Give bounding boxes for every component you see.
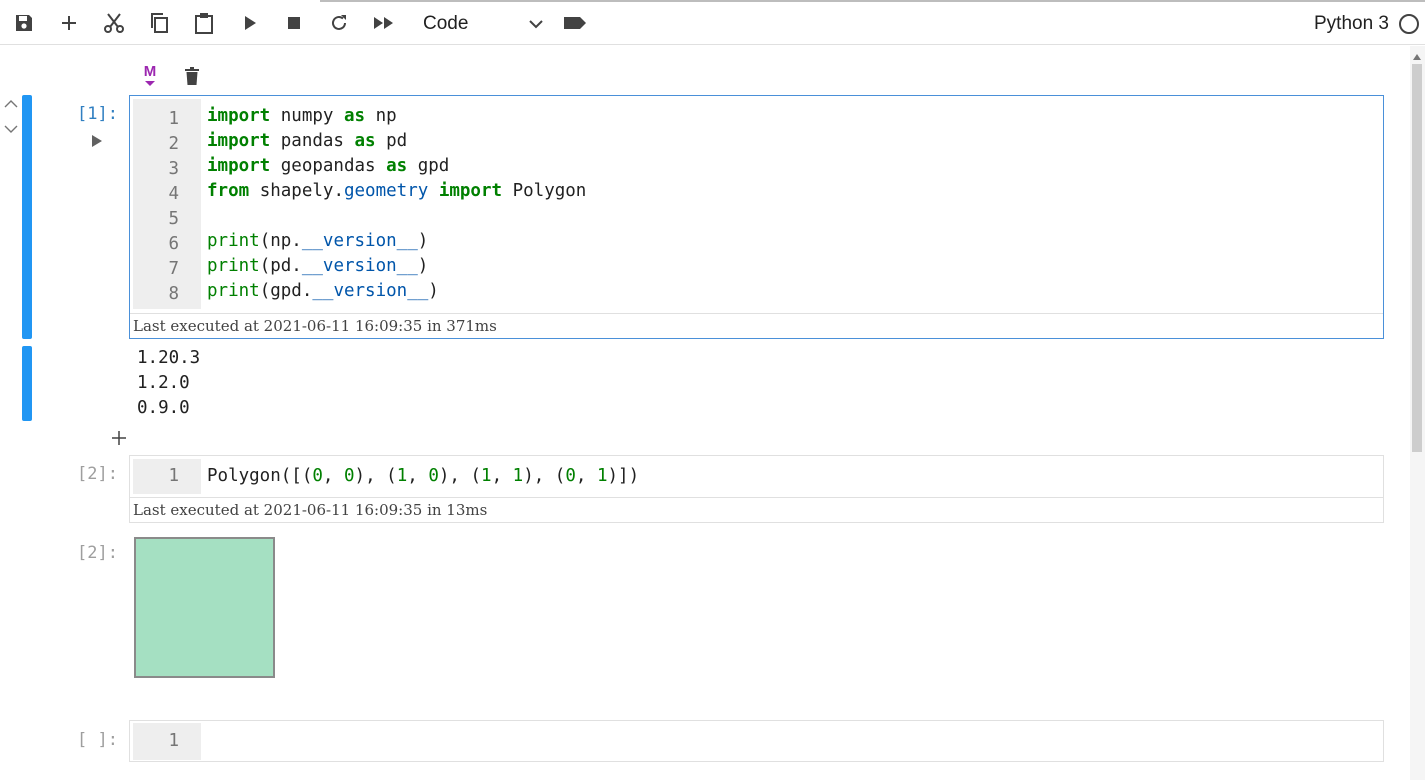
- output-text: 1.2.0: [137, 373, 190, 393]
- copy-icon[interactable]: [144, 8, 174, 38]
- input-prompt: [1]:: [77, 104, 118, 124]
- kernel-name: Python 3: [1314, 13, 1389, 34]
- line-number: 7: [168, 259, 179, 279]
- line-number: 1: [168, 109, 179, 129]
- line-number: 3: [168, 159, 179, 179]
- line-number: 8: [168, 284, 179, 304]
- code-line: from shapely.geometry import Polygon: [207, 181, 587, 201]
- input-prompt: [ ]:: [77, 730, 118, 750]
- scroll-up-arrow-icon[interactable]: [1413, 54, 1421, 60]
- line-number: 1: [168, 466, 179, 486]
- stop-icon[interactable]: [279, 8, 309, 38]
- move-cell-up-icon[interactable]: [4, 96, 18, 114]
- run-icon[interactable]: [235, 8, 265, 38]
- code-line: print(pd.__version__): [207, 256, 429, 276]
- scrollbar-thumb[interactable]: [1412, 64, 1422, 452]
- line-number-gutter: 1: [133, 723, 201, 760]
- output-text: 1.20.3: [137, 348, 201, 368]
- line-number: 1: [168, 731, 179, 751]
- code-editor[interactable]: 1 Polygon([(0, 0), (1, 0), (1, 1), (0, 1…: [129, 455, 1384, 523]
- code-line: print(gpd.__version__): [207, 281, 439, 301]
- restart-icon[interactable]: [324, 8, 354, 38]
- code-line: import geopandas as gpd: [207, 156, 450, 176]
- kernel-status-icon: [1399, 14, 1419, 34]
- code-line: import pandas as pd: [207, 131, 408, 151]
- cell-type-label: Code: [423, 13, 469, 34]
- line-number: 2: [168, 134, 179, 154]
- markdown-toggle-icon[interactable]: M: [141, 64, 159, 90]
- code-line: Polygon([(0, 0), (1, 0), (1, 1), (0, 1)]…: [207, 466, 640, 486]
- save-icon[interactable]: [9, 8, 39, 38]
- execution-time-label: Last executed at 2021-06-11 16:09:35 in …: [130, 313, 1383, 338]
- polygon-svg-output: [134, 537, 275, 678]
- line-number: 6: [168, 234, 179, 254]
- output-prompt: [2]:: [77, 543, 118, 563]
- tag-icon[interactable]: [560, 8, 590, 38]
- delete-cell-icon[interactable]: [184, 67, 200, 91]
- cell-type-dropdown[interactable]: Code: [423, 10, 543, 38]
- notebook-toolbar: Code Python 3: [0, 2, 1425, 45]
- code-line: print(np.__version__): [207, 231, 429, 251]
- input-prompt: [2]:: [77, 464, 118, 484]
- output-text: 0.9.0: [137, 398, 190, 418]
- move-cell-down-icon[interactable]: [4, 121, 18, 139]
- output-collapser[interactable]: [22, 346, 32, 421]
- line-number-gutter: 1: [133, 459, 201, 494]
- cut-icon[interactable]: [99, 8, 129, 38]
- execution-time-label: Last executed at 2021-06-11 16:09:35 in …: [130, 497, 1383, 522]
- vertical-scrollbar[interactable]: [1410, 46, 1425, 780]
- run-cell-icon[interactable]: [91, 134, 103, 153]
- code-editor[interactable]: 1 2 3 4 5 6 7 8 import numpy as np impor…: [129, 95, 1384, 339]
- add-cell-icon[interactable]: [111, 430, 127, 451]
- add-icon[interactable]: [54, 8, 84, 38]
- input-collapser[interactable]: [22, 95, 32, 339]
- chevron-down-icon: [529, 13, 543, 35]
- code-line: import numpy as np: [207, 106, 397, 126]
- line-number: 5: [168, 209, 179, 229]
- line-number-gutter: 1 2 3 4 5 6 7 8: [133, 99, 201, 309]
- kernel-indicator[interactable]: Python 3: [1314, 10, 1419, 38]
- code-editor[interactable]: 1: [129, 720, 1384, 762]
- fast-forward-icon[interactable]: [369, 8, 399, 38]
- line-number: 4: [168, 184, 179, 204]
- paste-icon[interactable]: [189, 8, 219, 38]
